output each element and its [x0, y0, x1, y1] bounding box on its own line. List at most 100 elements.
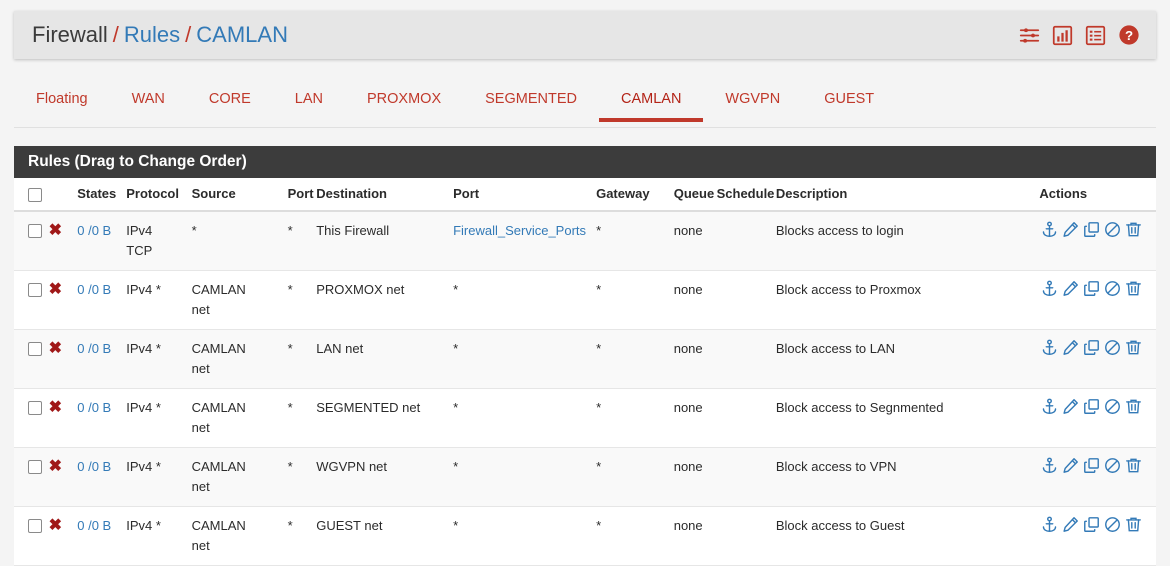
tab-camlan[interactable]: CAMLAN [598, 80, 704, 122]
dest-port-cell: Firewall_Service_Ports [449, 210, 593, 271]
tab-segmented[interactable]: SEGMENTED [463, 80, 599, 121]
svg-text:?: ? [1125, 28, 1133, 43]
tab-wgvpn[interactable]: WGVPN [703, 80, 802, 121]
sliders-icon[interactable] [1019, 25, 1040, 46]
breadcrumb-link-rules[interactable]: Rules [124, 24, 180, 46]
states-cell: 0 /0 B [73, 388, 123, 448]
log-list-icon[interactable] [1085, 25, 1106, 46]
row-action-icon-group [1041, 221, 1145, 238]
table-row[interactable]: ✖ 0 /0 B IPv4 TCP * * This Firewall Firew… [14, 210, 1156, 271]
protocol-line-1: IPv4 * [126, 399, 161, 415]
rules-panel-title: Rules (Drag to Change Order) [14, 146, 1156, 178]
anchor-icon[interactable] [1041, 516, 1058, 533]
anchor-icon[interactable] [1041, 221, 1058, 238]
block-action-icon[interactable]: ✖ [49, 222, 62, 239]
dest-port-cell: * [449, 270, 593, 330]
trash-icon[interactable] [1125, 398, 1142, 415]
firewall-rules-table: States Protocol Source Port Destination … [14, 178, 1156, 566]
ban-icon[interactable] [1104, 516, 1121, 533]
row-checkbox[interactable] [28, 401, 42, 416]
trash-icon[interactable] [1125, 221, 1142, 238]
select-all-checkbox[interactable] [28, 187, 42, 202]
queue-cell: none [669, 210, 713, 271]
trash-icon[interactable] [1125, 457, 1142, 474]
gateway-cell: * [592, 210, 670, 271]
trash-icon[interactable] [1125, 339, 1142, 356]
bar-chart-icon[interactable] [1052, 25, 1073, 46]
breadcrumb-link-camlan[interactable]: CAMLAN [196, 24, 288, 46]
row-action-icon-group [1041, 398, 1145, 415]
copy-icon[interactable] [1083, 339, 1100, 356]
block-action-icon[interactable]: ✖ [49, 281, 62, 298]
source-cell: CAMLAN net [187, 447, 284, 507]
row-actions-cell [1035, 506, 1156, 566]
tab-lan[interactable]: LAN [273, 80, 345, 121]
states-link[interactable]: 0 /0 B [77, 518, 111, 533]
copy-icon[interactable] [1083, 516, 1100, 533]
table-row[interactable]: ✖ 0 /0 B IPv4 * CAMLAN net * WGVPN net * … [14, 447, 1156, 507]
block-action-icon[interactable]: ✖ [49, 517, 62, 534]
table-row[interactable]: ✖ 0 /0 B IPv4 * CAMLAN net * PROXMOX net … [14, 270, 1156, 330]
pencil-icon[interactable] [1062, 339, 1079, 356]
copy-icon[interactable] [1083, 457, 1100, 474]
header-states: States [73, 178, 123, 212]
anchor-icon[interactable] [1041, 339, 1058, 356]
states-link[interactable]: 0 /0 B [77, 341, 111, 356]
table-row[interactable]: ✖ 0 /0 B IPv4 * CAMLAN net * GUEST net * … [14, 506, 1156, 566]
header-select-all [14, 178, 45, 212]
protocol-line-2: TCP [126, 242, 153, 258]
table-row[interactable]: ✖ 0 /0 B IPv4 * CAMLAN net * SEGMENTED ne… [14, 388, 1156, 448]
trash-icon[interactable] [1125, 516, 1142, 533]
destination-cell: PROXMOX net [312, 270, 450, 330]
row-checkbox[interactable] [28, 283, 42, 298]
anchor-icon[interactable] [1041, 398, 1058, 415]
pencil-icon[interactable] [1062, 516, 1079, 533]
protocol-line-1: IPv4 [126, 222, 153, 238]
dest-port-link[interactable]: Firewall_Service_Ports [453, 223, 586, 238]
ban-icon[interactable] [1104, 339, 1121, 356]
schedule-cell [712, 210, 772, 271]
states-link[interactable]: 0 /0 B [77, 282, 111, 297]
tab-guest[interactable]: GUEST [802, 80, 896, 121]
copy-icon[interactable] [1083, 398, 1100, 415]
ban-icon[interactable] [1104, 221, 1121, 238]
pencil-icon[interactable] [1062, 398, 1079, 415]
dest-port-cell: * [449, 506, 593, 566]
table-row[interactable]: ✖ 0 /0 B IPv4 * CAMLAN net * LAN net * * n… [14, 329, 1156, 389]
block-action-icon[interactable]: ✖ [49, 399, 62, 416]
copy-icon[interactable] [1083, 221, 1100, 238]
gateway-cell: * [592, 270, 670, 330]
block-action-icon[interactable]: ✖ [49, 458, 62, 475]
row-checkbox[interactable] [28, 342, 42, 357]
ban-icon[interactable] [1104, 457, 1121, 474]
anchor-icon[interactable] [1041, 280, 1058, 297]
tab-wan[interactable]: WAN [110, 80, 187, 121]
description-cell: Block access to Segnmented [771, 388, 1036, 448]
row-checkbox[interactable] [28, 460, 42, 475]
ban-icon[interactable] [1104, 280, 1121, 297]
ban-icon[interactable] [1104, 398, 1121, 415]
gateway-cell: * [592, 388, 670, 448]
pencil-icon[interactable] [1062, 280, 1079, 297]
tab-proxmox[interactable]: PROXMOX [345, 80, 463, 121]
rule-action-cell: ✖ [44, 388, 74, 448]
pencil-icon[interactable] [1062, 457, 1079, 474]
tab-core[interactable]: CORE [187, 80, 273, 121]
row-checkbox[interactable] [28, 519, 42, 534]
copy-icon[interactable] [1083, 280, 1100, 297]
row-select-cell [14, 270, 45, 330]
block-action-icon[interactable]: ✖ [49, 340, 62, 357]
states-cell: 0 /0 B [73, 210, 123, 271]
queue-cell: none [669, 329, 713, 389]
trash-icon[interactable] [1125, 280, 1142, 297]
row-checkbox[interactable] [28, 224, 42, 239]
states-link[interactable]: 0 /0 B [77, 400, 111, 415]
anchor-icon[interactable] [1041, 457, 1058, 474]
states-link[interactable]: 0 /0 B [77, 223, 111, 238]
breadcrumb: Firewall / Rules / CAMLAN [32, 24, 288, 46]
header-actions: Actions [1035, 178, 1156, 212]
help-circle-icon[interactable]: ? [1118, 24, 1140, 46]
tab-floating[interactable]: Floating [14, 80, 110, 121]
pencil-icon[interactable] [1062, 221, 1079, 238]
states-link[interactable]: 0 /0 B [77, 459, 111, 474]
